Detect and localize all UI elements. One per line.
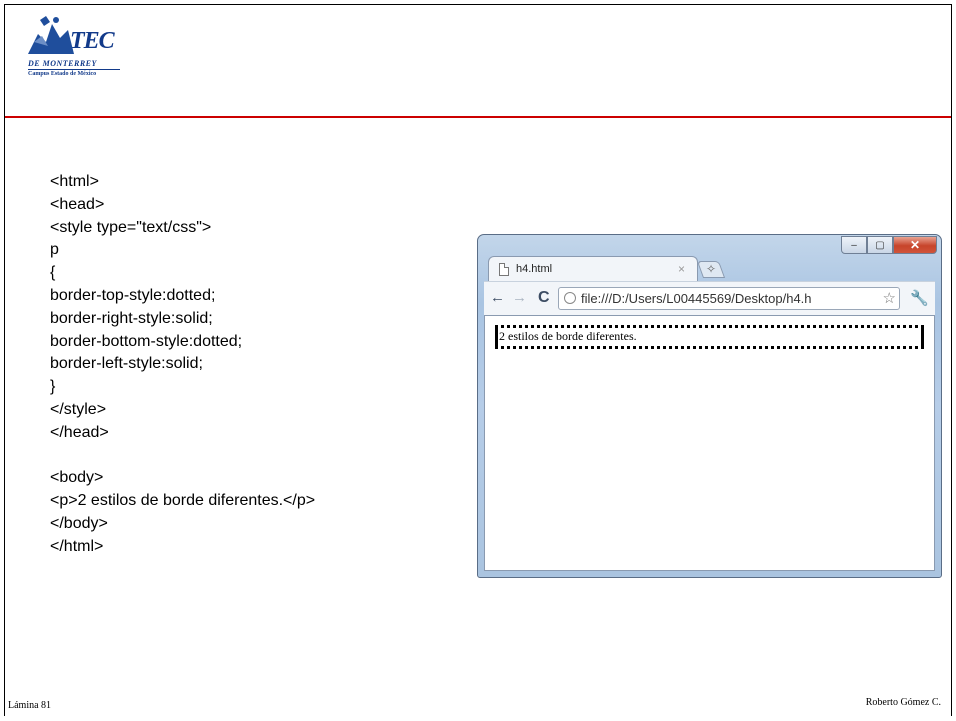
page-viewport: 2 estilos de borde diferentes. bbox=[484, 315, 935, 571]
page-info-icon[interactable] bbox=[564, 292, 576, 304]
code-line: p bbox=[50, 241, 59, 259]
code-line: border-top-style:dotted; bbox=[50, 286, 216, 304]
forward-arrow-icon[interactable]: → bbox=[512, 289, 527, 306]
tab-h4[interactable]: h4.html × bbox=[488, 256, 698, 282]
code-line: </head> bbox=[50, 423, 109, 441]
code-line: border-left-style:solid; bbox=[50, 355, 203, 373]
minimize-icon: – bbox=[851, 239, 857, 251]
url-text[interactable]: file:///D:/Users/L00445569/Desktop/h4.h bbox=[581, 291, 812, 306]
tab-close-icon[interactable]: × bbox=[678, 262, 685, 276]
new-tab-button[interactable]: ✧ bbox=[696, 261, 726, 278]
code-line: <body> bbox=[50, 469, 104, 487]
reload-icon[interactable]: C bbox=[538, 289, 550, 307]
code-line: border-bottom-style:dotted; bbox=[50, 332, 243, 350]
code-listing: <html> <head> <style type="text/css"> p { bor… bbox=[50, 171, 315, 559]
slide-number: Lámina 81 bbox=[8, 700, 52, 711]
browser-toolbar: ← → C file:///D:/Users/L00445569/Desktop… bbox=[484, 281, 935, 315]
demo-paragraph: 2 estilos de borde diferentes. bbox=[495, 325, 924, 349]
close-button[interactable]: ✕ bbox=[893, 236, 937, 254]
maximize-icon: ▢ bbox=[875, 239, 885, 251]
tec-logo: TEC DE MONTERREY Campus Estado de México bbox=[26, 14, 124, 86]
code-line: } bbox=[50, 378, 56, 396]
logo-divider bbox=[28, 69, 120, 70]
logo-line1: DE MONTERREY bbox=[28, 59, 97, 68]
browser-window: – ▢ ✕ h4.html × ✧ ← → C file:///D:/Users… bbox=[477, 234, 942, 578]
back-arrow-icon[interactable]: ← bbox=[490, 289, 505, 306]
header-rule bbox=[5, 116, 951, 118]
code-line: </style> bbox=[50, 400, 107, 418]
wrench-menu-icon[interactable]: 🔧 bbox=[910, 289, 929, 307]
maximize-button[interactable]: ▢ bbox=[867, 236, 893, 254]
code-line: <head> bbox=[50, 195, 105, 213]
document-icon bbox=[499, 263, 509, 276]
code-line: </body> bbox=[50, 514, 108, 532]
new-tab-icon: ✧ bbox=[705, 262, 717, 276]
address-bar[interactable]: file:///D:/Users/L00445569/Desktop/h4.h … bbox=[558, 287, 900, 310]
code-line: <p>2 estilos de borde diferentes.</p> bbox=[50, 492, 316, 510]
code-line: { bbox=[50, 264, 56, 282]
tec-logo-emblem bbox=[28, 16, 74, 54]
minimize-button[interactable]: – bbox=[841, 236, 867, 254]
author-name: Roberto Gómez C. bbox=[865, 697, 941, 708]
bookmark-star-icon[interactable]: ☆ bbox=[883, 289, 896, 307]
tab-title: h4.html bbox=[516, 263, 553, 275]
code-line: border-right-style:solid; bbox=[50, 309, 213, 327]
code-line: </html> bbox=[50, 537, 104, 555]
close-icon: ✕ bbox=[909, 238, 921, 252]
logo-wordmark: TEC bbox=[70, 28, 115, 54]
code-line: <html> bbox=[50, 173, 99, 190]
logo-line2: Campus Estado de México bbox=[28, 71, 97, 77]
code-line: <style type="text/css"> bbox=[50, 218, 212, 236]
window-controls: – ▢ ✕ bbox=[841, 236, 937, 254]
